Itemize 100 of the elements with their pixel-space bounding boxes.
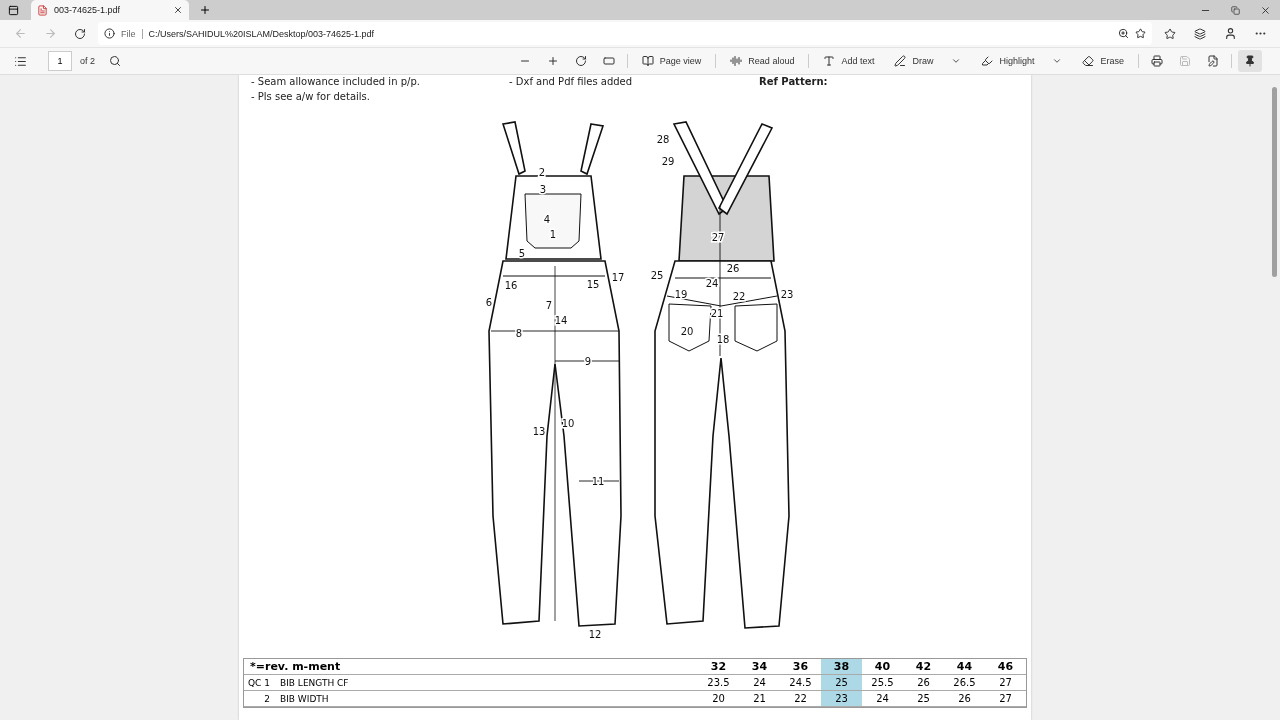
measurement-label: 1: [549, 229, 557, 240]
back-arrow-icon: [13, 27, 27, 40]
erase-button[interactable]: Erase: [1074, 50, 1132, 72]
measurement-label: 26: [726, 263, 740, 274]
measurement-label: 18: [716, 334, 730, 345]
size-header: 40: [873, 659, 892, 674]
measurement-label: 20: [680, 326, 694, 337]
measurement-label: 27: [711, 232, 725, 243]
page-number-field[interactable]: 1: [48, 51, 72, 71]
close-icon[interactable]: [173, 5, 183, 15]
save-icon: [1179, 55, 1191, 67]
highlight-button[interactable]: Highlight: [973, 50, 1071, 72]
refresh-icon: [74, 27, 86, 40]
size-header: 32: [709, 659, 728, 674]
table-cell-text: 23.5: [706, 676, 731, 690]
measurement-label: 3: [539, 184, 547, 195]
page-count: of 2: [80, 56, 95, 66]
measurement-label: 22: [732, 291, 746, 302]
browser-tab[interactable]: 003-74625-1.pdf: [31, 0, 189, 20]
table-cell-text: 24: [752, 676, 767, 690]
star-icon: [1164, 27, 1176, 40]
measurement-label: 28: [656, 134, 670, 145]
table-cell-text: 20: [711, 692, 726, 706]
measurement-label: 16: [504, 280, 518, 291]
measurement-label: 29: [661, 156, 675, 167]
table-cell: 25: [821, 675, 862, 690]
table-cell-text: 26: [957, 692, 972, 706]
table-cell-text: 26: [916, 676, 931, 690]
table-cell-text: 25: [916, 692, 931, 706]
measurement-label: 6: [485, 297, 493, 308]
draw-button[interactable]: Draw: [886, 50, 970, 72]
rotate-icon: [574, 55, 587, 67]
measurement-label: 12: [588, 629, 602, 640]
measurement-label: 17: [611, 272, 625, 283]
measurement-label: 9: [584, 356, 592, 367]
scheme-label: File: [121, 28, 143, 39]
pin-button[interactable]: [1238, 50, 1262, 72]
measurement-label: 8: [515, 328, 523, 339]
measurement-label: 11: [591, 476, 605, 487]
new-tab-icon[interactable]: [199, 4, 211, 16]
avatar-icon: [1223, 27, 1237, 40]
text-box-icon: [823, 55, 836, 67]
table-cell-text: 25.5: [870, 676, 895, 690]
size-header: 42: [914, 659, 933, 674]
table-cell-text: 27: [998, 692, 1013, 706]
url-text: C:/Users/SAHIDUL%20ISLAM/Desktop/003-74625-1.pdf: [148, 28, 376, 39]
row-name: BIB WIDTH: [280, 693, 329, 704]
size-header: 46: [996, 659, 1015, 674]
print-icon: [1151, 55, 1163, 67]
add-text-button[interactable]: Add text: [815, 50, 883, 72]
row-name: BIB LENGTH CF: [280, 677, 349, 688]
size-header: 38: [821, 659, 862, 674]
measurement-label: 10: [561, 418, 575, 429]
restore-icon: [1230, 5, 1240, 15]
table-cell-text: 24.5: [788, 676, 813, 690]
measurement-label: 25: [650, 270, 664, 281]
table-cell-text: 27: [998, 676, 1013, 690]
caret-icon[interactable]: [1052, 56, 1063, 66]
table-cell: 23: [821, 691, 862, 706]
info-icon: [104, 28, 115, 39]
star-icon[interactable]: [1135, 28, 1146, 39]
size-header: 34: [750, 659, 769, 674]
measurement-label: 7: [545, 300, 553, 311]
measurement-label: 5: [518, 248, 526, 259]
size-header: 44: [955, 659, 974, 674]
measurement-label: 23: [780, 289, 794, 300]
measurement-label: 24: [705, 278, 719, 289]
table-cell-text: 26.5: [952, 676, 977, 690]
note-text: - Seam allowance included in p/p.: [251, 76, 421, 87]
zoom-icon[interactable]: [1118, 28, 1129, 39]
measurement-label: 4: [543, 214, 551, 225]
highlighter-icon: [981, 55, 994, 67]
eraser-icon: [1082, 55, 1095, 67]
measurement-label: 19: [674, 289, 688, 300]
row-code: 2: [263, 693, 270, 704]
size-header: 36: [791, 659, 810, 674]
page-view-button[interactable]: Page view: [633, 50, 710, 72]
row-code: QC 1: [248, 677, 270, 688]
plus-icon: [546, 55, 559, 67]
measurement-label: 21: [710, 308, 724, 319]
forward-arrow-icon: [43, 27, 57, 40]
table-cell-text: 21: [752, 692, 767, 706]
measurement-label: 2: [538, 167, 546, 178]
sound-wave-icon: [730, 55, 743, 67]
list-icon: [13, 54, 27, 68]
read-aloud-button[interactable]: Read aloud: [722, 50, 803, 72]
pen-icon: [894, 55, 907, 67]
tab-actions-icon[interactable]: [8, 4, 19, 16]
close-icon: [1259, 4, 1271, 16]
layers-icon: [1194, 27, 1206, 40]
pin-icon: [1244, 55, 1256, 67]
caret-icon[interactable]: [951, 56, 962, 66]
table-title: *=rev. m-ment: [249, 659, 342, 674]
note-text: - Dxf and Pdf files added: [509, 76, 634, 87]
search-icon: [109, 55, 121, 67]
measurement-label: 15: [586, 279, 600, 290]
note-text: - Pls see a/w for details.: [251, 91, 371, 102]
fit-page-icon: [602, 55, 615, 67]
measurement-label: 14: [554, 315, 568, 326]
address-bar[interactable]: File C:/Users/SAHIDUL%20ISLAM/Desktop/003-74625-1.pdf: [98, 22, 1152, 45]
